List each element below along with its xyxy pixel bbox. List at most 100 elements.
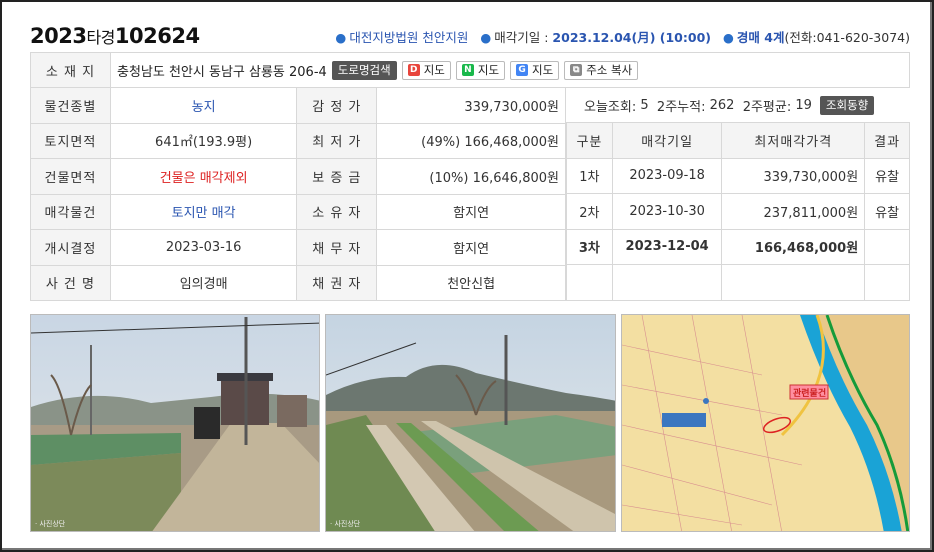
photo-caption: · 사진상단	[35, 520, 66, 528]
date-cell: 2023-10-30	[611, 193, 723, 230]
info-label: 토지면적	[30, 122, 111, 159]
daum-map-button[interactable]: D 지도	[401, 60, 451, 80]
case-type: 타경	[86, 28, 115, 47]
case-year: 2023	[30, 24, 87, 48]
result-cell: 유찰	[864, 157, 910, 194]
info-value: 농지	[109, 87, 298, 124]
view-stats: 오늘조회: 5 2주누적: 262 2주평균: 19 조회동향	[566, 88, 910, 122]
info-label: 최 저 가	[296, 122, 378, 159]
info-label: 감 정 가	[296, 87, 378, 124]
date-cell: 2023-12-04	[611, 228, 723, 265]
naver-map-button[interactable]: N 지도	[455, 60, 506, 80]
google-map-button[interactable]: G 지도	[510, 60, 560, 80]
sale-date-info: ● 매각기일 : 2023.12.04(月) (10:00)	[480, 29, 711, 45]
copy-address-label: 주소 복사	[586, 63, 633, 77]
price-cell: 237,811,000원	[721, 193, 866, 230]
avg-label: 2주평균:	[742, 99, 792, 115]
table-row: 매각물건 토지만 매각 소 유 자 함지연	[30, 193, 566, 230]
empty-cell	[864, 264, 910, 301]
table-row: 물건종별 농지 감 정 가 339,730,000원	[30, 87, 566, 124]
today-views: 5	[640, 97, 649, 113]
date-cell: 2023-09-18	[611, 157, 723, 194]
info-label: 사 건 명	[30, 264, 111, 301]
copy-address-button[interactable]: ⧉ 주소 복사	[564, 60, 639, 80]
case-number: 2023타경102624	[30, 24, 200, 48]
info-label: 보 증 금	[296, 158, 378, 195]
table-row	[566, 264, 910, 301]
address-label: 소 재 지	[31, 53, 111, 87]
header: 2023타경102624 ● 대전지방법원 천안지원 ● 매각기일 : 2023.1…	[30, 22, 910, 50]
table-row: 사 건 명 임의경매 채 권 자 천안신협	[30, 264, 566, 301]
empty-cell	[721, 264, 866, 301]
table-row: 1차 2023-09-18 339,730,000원 유찰	[566, 157, 910, 194]
photo-caption: · 사진상단	[330, 520, 361, 528]
today-views-label: 오늘조회:	[584, 99, 637, 115]
result-cell: 유찰	[864, 193, 910, 230]
sale-history-table: 구분 매각기일 최저매각가격 결과 1차 2023-09-18 339,730,…	[566, 122, 910, 301]
info-value: 토지만 매각	[109, 193, 298, 230]
map-marker-label: 관련물건	[793, 389, 827, 399]
dept-info: ● 경매 4계(전화:041-620-3074)	[723, 29, 910, 45]
info-label: 채 무 자	[296, 229, 378, 266]
road-name-search-button[interactable]: 도로명검색	[331, 60, 397, 80]
info-value: 함지연	[376, 193, 566, 230]
address-row: 소 재 지 충청남도 천안시 동남구 삼룡동 206-4 도로명검색 D 지도 N…	[30, 52, 910, 88]
info-label: 물건종별	[30, 87, 111, 124]
dept-name: 경매 4계	[736, 29, 785, 45]
sale-date: 2023.12.04(月) (10:00)	[552, 29, 711, 45]
google-map-label: 지도	[532, 63, 554, 77]
info-label: 소 유 자	[296, 193, 378, 230]
info-value: 건물은 매각제외	[109, 158, 298, 195]
info-value: 함지연	[376, 229, 566, 266]
info-value: 임의경매	[109, 264, 298, 301]
info-label: 개시결정	[30, 229, 111, 266]
round-cell: 2차	[566, 193, 613, 230]
table-row: 토지면적 641㎡(193.9평) 최 저 가 (49%) 166,468,00…	[30, 122, 566, 159]
price-cell: 166,468,000원	[721, 228, 866, 265]
case-meta: ● 대전지방법원 천안지원 ● 매각기일 : 2023.12.04(月) (10:0…	[335, 27, 910, 46]
property-photo-2[interactable]: · 사진상단	[325, 314, 616, 532]
map-graphic	[622, 315, 909, 531]
result-cell	[864, 228, 910, 265]
property-info-table: 물건종별 농지 감 정 가 339,730,000원 토지면적 641㎡(193…	[30, 87, 566, 301]
info-value: 339,730,000원	[376, 87, 566, 124]
round-cell: 1차	[566, 157, 613, 194]
case-no: 102624	[114, 24, 200, 48]
court-name[interactable]: 대전지방법원 천안지원	[349, 30, 468, 45]
round-cell: 3차	[566, 228, 613, 265]
avg-views: 19	[795, 97, 812, 113]
photo-road-scene	[31, 315, 319, 531]
sale-date-label: 매각기일 :	[494, 29, 553, 45]
empty-cell	[566, 264, 613, 301]
price-cell: 339,730,000원	[721, 157, 866, 194]
location-map[interactable]: 관련물건	[621, 314, 910, 532]
col-header: 최저매각가격	[721, 122, 866, 159]
daum-map-label: 지도	[423, 63, 445, 77]
court-info: ● 대전지방법원 천안지원	[335, 29, 469, 45]
dept-phone: (전화:041-620-3074)	[784, 29, 910, 45]
table-header-row: 구분 매각기일 최저매각가격 결과	[566, 122, 910, 159]
naver-map-label: 지도	[477, 63, 500, 77]
info-label: 매각물건	[30, 193, 111, 230]
col-header: 매각기일	[611, 122, 723, 159]
info-value: 2023-03-16	[109, 229, 298, 266]
two-week-views: 262	[709, 97, 735, 113]
empty-cell	[611, 264, 723, 301]
col-header: 구분	[566, 122, 613, 159]
table-row: 개시결정 2023-03-16 채 무 자 함지연	[30, 229, 566, 266]
view-trend-button[interactable]: 조회동향	[819, 95, 875, 115]
table-row: 2차 2023-10-30 237,811,000원 유찰	[566, 193, 910, 230]
two-week-label: 2주누적:	[656, 99, 706, 115]
table-row: 3차 2023-12-04 166,468,000원	[566, 228, 910, 265]
photo-field-scene	[326, 315, 615, 531]
info-label: 건물면적	[30, 158, 111, 195]
naver-icon: N	[461, 64, 474, 76]
daum-icon: D	[407, 64, 420, 76]
copy-icon: ⧉	[570, 64, 583, 76]
property-photo-1[interactable]: · 사진상단	[30, 314, 320, 532]
info-value: 천안신협	[376, 264, 566, 301]
info-value: (10%) 16,646,800원	[376, 158, 566, 195]
info-label: 채 권 자	[296, 264, 378, 301]
col-header: 결과	[864, 122, 910, 159]
google-icon: G	[516, 64, 529, 76]
